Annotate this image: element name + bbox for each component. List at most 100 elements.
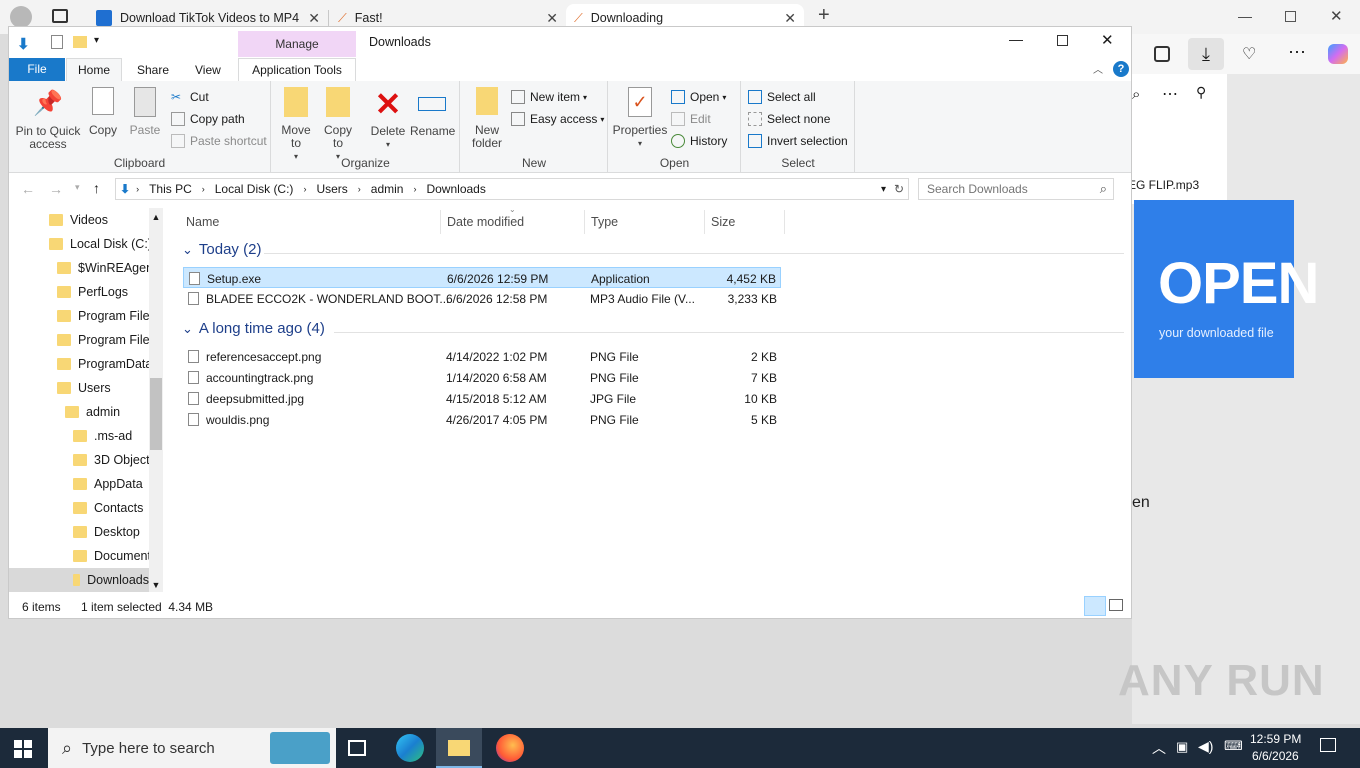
- new-tab-button[interactable]: +: [818, 4, 830, 27]
- nav-item[interactable]: admin: [65, 400, 120, 424]
- nav-item[interactable]: PerfLogs: [57, 280, 128, 304]
- select-all-button[interactable]: Select all: [748, 87, 816, 107]
- maximize-button[interactable]: [1057, 35, 1068, 46]
- file-row[interactable]: wouldis.png 4/26/2017 4:05 PM PNG File 5 KB: [183, 409, 781, 430]
- tab-application-tools[interactable]: Application Tools: [238, 58, 356, 82]
- nav-scrollbar[interactable]: ▲ ▼: [149, 208, 163, 592]
- move-to-button[interactable]: Move to ▾: [276, 87, 316, 163]
- forward-button[interactable]: →: [49, 181, 63, 197]
- close-tab-icon[interactable]: ✕: [308, 10, 320, 27]
- edge-icon[interactable]: [396, 734, 424, 762]
- profile-avatar[interactable]: [10, 6, 32, 28]
- quick-access-dropdown-icon[interactable]: ▾: [94, 35, 99, 46]
- file-row[interactable]: deepsubmitted.jpg 4/15/2018 5:12 AM JPG Fi…: [183, 388, 781, 409]
- browser-essentials-icon[interactable]: ♡: [1242, 44, 1256, 64]
- select-none-button[interactable]: Select none: [748, 109, 830, 129]
- close-tab-icon[interactable]: ✕: [546, 10, 558, 27]
- clock-date[interactable]: 6/6/2026: [1252, 749, 1299, 763]
- file-row[interactable]: Setup.exe 6/6/2026 12:59 PM Application 4,4…: [183, 267, 781, 288]
- nav-item[interactable]: Desktop: [73, 520, 140, 544]
- tab-file[interactable]: File: [9, 58, 65, 81]
- minimize-button[interactable]: —: [1009, 31, 1023, 47]
- start-button[interactable]: [14, 740, 32, 758]
- firefox-icon[interactable]: [496, 734, 524, 762]
- taskbar-search[interactable]: ⌕ Type here to search: [48, 728, 336, 768]
- back-button[interactable]: ←: [21, 181, 35, 197]
- more-options-icon[interactable]: ⋯: [1288, 42, 1306, 63]
- nav-item[interactable]: $WinREAgent: [57, 256, 157, 280]
- column-header-name[interactable]: Name: [186, 215, 219, 229]
- nav-item[interactable]: Documents: [73, 544, 157, 568]
- group-header[interactable]: ⌄ A long time ago (4): [182, 320, 325, 337]
- quick-access-properties-icon[interactable]: [51, 35, 63, 49]
- up-button[interactable]: ↑: [93, 180, 100, 196]
- nav-item[interactable]: Local Disk (C:): [49, 232, 152, 256]
- recent-locations-icon[interactable]: ▾: [75, 182, 80, 193]
- nav-item[interactable]: 3D Objects: [73, 448, 156, 472]
- delete-button[interactable]: ✕ Delete ▾: [368, 87, 408, 151]
- show-hidden-icons-icon[interactable]: ︿: [1152, 738, 1166, 758]
- close-button[interactable]: ✕: [1101, 31, 1114, 49]
- breadcrumb-this-pc[interactable]: This PC: [149, 182, 192, 196]
- volume-icon[interactable]: ◀): [1198, 738, 1213, 755]
- notifications-icon[interactable]: [1320, 738, 1336, 752]
- breadcrumb-local-disk[interactable]: Local Disk (C:): [215, 182, 294, 196]
- network-icon[interactable]: ▣: [1176, 739, 1188, 755]
- help-icon[interactable]: ?: [1113, 61, 1129, 77]
- pin-icon[interactable]: ⚲: [1196, 84, 1206, 101]
- breadcrumb-users[interactable]: Users: [316, 182, 347, 196]
- copy-button[interactable]: Copy: [85, 87, 121, 137]
- breadcrumb-admin[interactable]: admin: [371, 182, 404, 196]
- pin-quick-access-button[interactable]: 📌 Pin to Quick access: [13, 87, 83, 151]
- nav-item[interactable]: Contacts: [73, 496, 143, 520]
- quick-access-download-icon[interactable]: ⬇: [17, 35, 30, 53]
- scroll-down-icon[interactable]: ▼: [149, 580, 163, 590]
- address-bar[interactable]: ⬇ › This PC › Local Disk (C:) › Users › adm…: [115, 178, 909, 200]
- collapse-chevron-icon[interactable]: ⌄: [182, 242, 193, 258]
- file-row[interactable]: BLADEE ECCO2K - WONDERLAND BOOT... 6/6/20…: [183, 288, 781, 309]
- collapse-chevron-icon[interactable]: ⌄: [182, 321, 193, 337]
- large-icons-view-button[interactable]: [1109, 599, 1123, 611]
- file-row[interactable]: accountingtrack.png 1/14/2020 6:58 AM PNG …: [183, 367, 781, 388]
- tab-actions-icon[interactable]: [52, 9, 68, 23]
- column-header-date[interactable]: Date modified: [447, 215, 524, 229]
- task-view-icon[interactable]: [348, 740, 366, 756]
- edit-button[interactable]: Edit: [671, 109, 711, 129]
- easy-access-button[interactable]: Easy access ▾: [511, 109, 604, 129]
- breadcrumb-downloads[interactable]: Downloads: [426, 182, 485, 196]
- scroll-thumb[interactable]: [150, 378, 162, 450]
- new-item-button[interactable]: New item ▾: [511, 87, 587, 107]
- collections-icon[interactable]: [1154, 46, 1170, 62]
- file-explorer-icon[interactable]: [436, 728, 482, 768]
- tab-share[interactable]: Share: [137, 63, 169, 77]
- refresh-icon[interactable]: ↻: [894, 182, 904, 196]
- close-tab-icon[interactable]: ✕: [784, 10, 796, 27]
- cut-button[interactable]: ✂ Cut: [171, 87, 209, 107]
- nav-item[interactable]: AppData: [73, 472, 143, 496]
- column-header-size[interactable]: Size: [711, 215, 735, 229]
- search-box[interactable]: ⌕: [918, 178, 1114, 200]
- file-row[interactable]: referencesaccept.png 4/14/2022 1:02 PM PNG…: [183, 346, 781, 367]
- browser-restore-button[interactable]: [1285, 11, 1296, 22]
- details-view-button[interactable]: [1084, 596, 1106, 616]
- browser-close-button[interactable]: ✕: [1330, 7, 1343, 25]
- download-filename[interactable]: EG FLIP.mp3: [1128, 178, 1223, 192]
- nav-item[interactable]: ProgramData: [57, 352, 152, 376]
- clock-time[interactable]: 12:59 PM: [1250, 732, 1301, 746]
- group-header[interactable]: ⌄ Today (2): [182, 241, 261, 258]
- nav-item[interactable]: Downloads: [9, 568, 149, 592]
- search-icon[interactable]: ⌕: [1100, 181, 1107, 197]
- nav-item[interactable]: Videos: [49, 208, 108, 232]
- history-button[interactable]: History: [671, 131, 727, 151]
- invert-selection-button[interactable]: Invert selection: [748, 131, 848, 151]
- nav-item[interactable]: Program Files: [57, 304, 156, 328]
- address-dropdown-icon[interactable]: ▾: [881, 184, 886, 195]
- more-options-icon[interactable]: ⋯: [1162, 84, 1178, 104]
- tab-home[interactable]: Home: [66, 58, 122, 82]
- tab-view[interactable]: View: [195, 63, 221, 77]
- properties-button[interactable]: ✓ Properties ▾: [611, 87, 669, 150]
- nav-item[interactable]: .ms-ad: [73, 424, 132, 448]
- search-input[interactable]: [919, 179, 1089, 199]
- copilot-icon[interactable]: [1328, 44, 1348, 64]
- quick-access-folder-icon[interactable]: [73, 36, 87, 48]
